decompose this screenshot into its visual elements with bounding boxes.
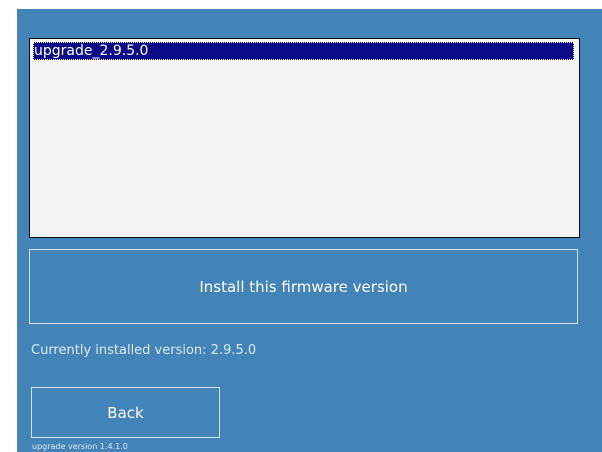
back-button-label: Back [107, 403, 144, 422]
current-version-text: Currently installed version: 2.9.5.0 [31, 343, 257, 358]
install-firmware-button[interactable]: Install this firmware version [29, 249, 578, 324]
firmware-list[interactable]: upgrade_2.9.5.0 [29, 38, 580, 238]
upgrade-version-text: upgrade version 1.4.1.0 [32, 442, 128, 451]
firmware-list-item-selected[interactable]: upgrade_2.9.5.0 [33, 42, 574, 60]
install-firmware-button-label: Install this firmware version [199, 277, 408, 296]
firmware-upgrade-screen: upgrade_2.9.5.0 Install this firmware ve… [17, 9, 602, 452]
back-button[interactable]: Back [31, 387, 220, 438]
